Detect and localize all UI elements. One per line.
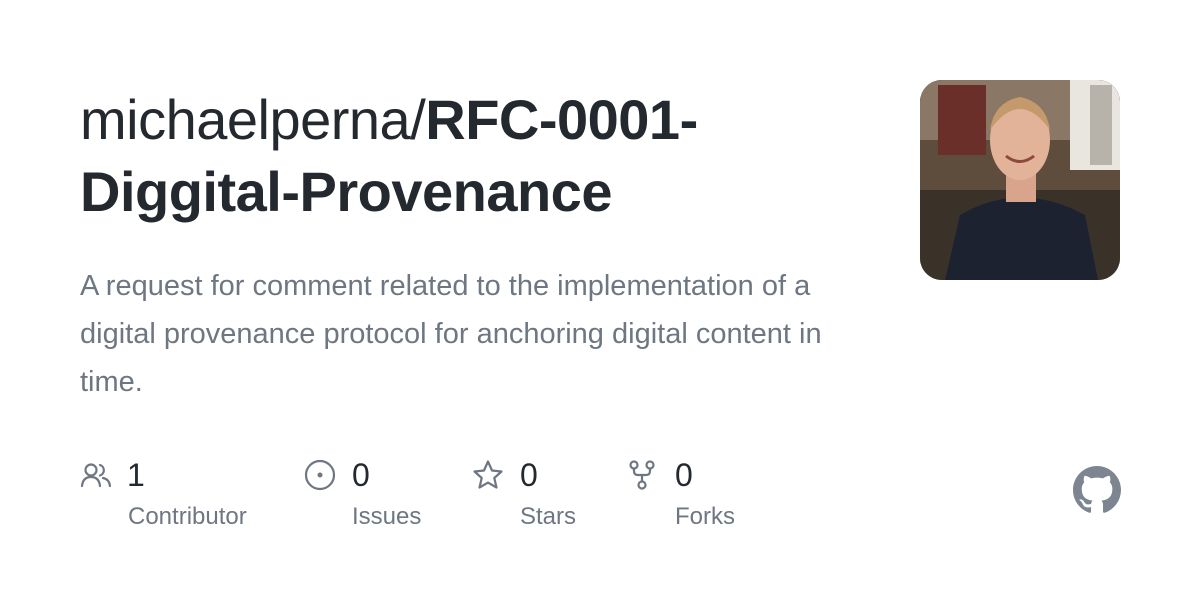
- issue-icon: [304, 459, 336, 491]
- avatar: [920, 80, 1120, 280]
- contributor-label: Contributor: [128, 503, 247, 530]
- issue-label: Issues: [352, 503, 422, 530]
- stat-contributors: 1 Contributor: [80, 455, 300, 535]
- stat-issues: 0 Issues: [304, 455, 464, 535]
- star-icon: [472, 459, 504, 491]
- people-icon: [80, 459, 112, 491]
- fork-count: 0: [675, 457, 693, 493]
- repo-description: A request for comment related to the imp…: [80, 270, 822, 398]
- github-mark-icon[interactable]: [1073, 466, 1121, 514]
- repo-title: michaelperna/RFC-0001-Diggital-Provenanc…: [80, 84, 880, 228]
- fork-icon: [626, 459, 658, 491]
- star-label: Stars: [520, 503, 577, 530]
- repo-owner: michaelperna/: [80, 88, 426, 151]
- stat-stars: 0 Stars: [472, 455, 622, 535]
- fork-label: Forks: [675, 503, 735, 530]
- issue-count: 0: [352, 457, 370, 493]
- contributor-count: 1: [127, 457, 145, 493]
- stat-forks: 0 Forks: [626, 455, 776, 535]
- star-count: 0: [520, 457, 538, 493]
